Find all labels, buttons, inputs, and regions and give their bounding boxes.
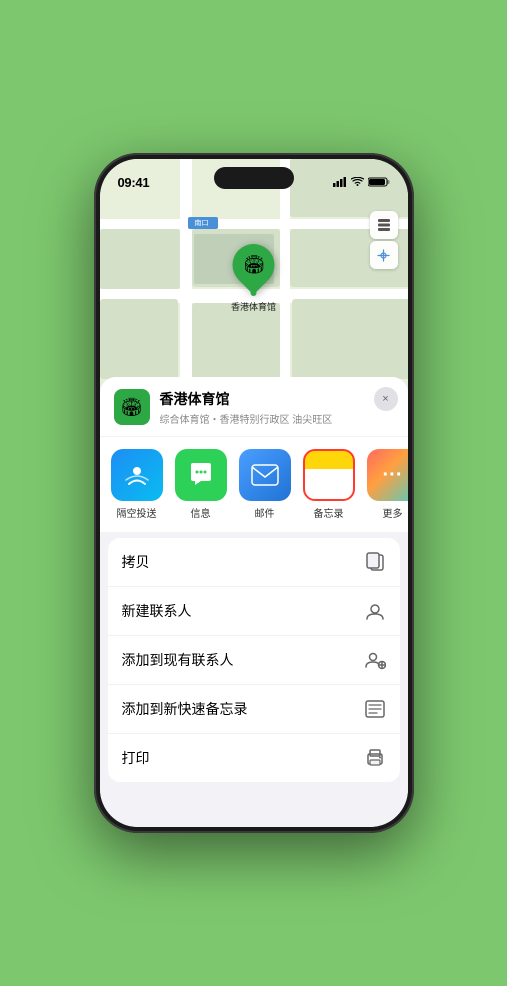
action-print-label: 打印 — [122, 748, 150, 768]
phone-screen: 09:41 — [100, 159, 408, 827]
share-app-message[interactable]: 信息 — [172, 449, 230, 520]
notes-icon — [303, 449, 355, 501]
status-icons — [333, 177, 390, 187]
share-app-more[interactable]: ··· 更多 — [364, 449, 408, 520]
venue-name: 香港体育馆 — [160, 389, 394, 409]
action-copy[interactable]: 拷贝 — [108, 538, 400, 587]
status-time: 09:41 — [118, 175, 150, 190]
action-add-existing[interactable]: 添加到现有联系人 — [108, 636, 400, 685]
action-add-notes-label: 添加到新快速备忘录 — [122, 699, 248, 719]
map-controls — [370, 211, 398, 269]
location-pin: 🏟 香港体育馆 — [231, 244, 276, 313]
bottom-sheet: 🏟 香港体育馆 综合体育馆・香港特别行政区 油尖旺区 × — [100, 377, 408, 827]
more-label: 更多 — [383, 505, 403, 520]
action-add-notes[interactable]: 添加到新快速备忘录 — [108, 685, 400, 734]
action-add-existing-label: 添加到现有联系人 — [122, 650, 234, 670]
battery-icon — [368, 177, 390, 187]
venue-subtitle: 综合体育馆・香港特别行政区 油尖旺区 — [160, 411, 394, 426]
nankou-label: 南口 — [188, 217, 218, 229]
share-app-mail[interactable]: 邮件 — [236, 449, 294, 520]
action-print[interactable]: 打印 — [108, 734, 400, 782]
message-icon — [175, 449, 227, 501]
map-layers-button[interactable] — [370, 211, 398, 239]
new-contact-icon — [364, 600, 386, 622]
print-icon — [364, 747, 386, 769]
share-app-notes[interactable]: 备忘录 — [300, 449, 358, 520]
share-apps-row: 隔空投送 信息 — [100, 437, 408, 532]
notes-label: 备忘录 — [314, 505, 344, 520]
add-existing-icon — [364, 649, 386, 671]
pin-label: 香港体育馆 — [231, 300, 276, 313]
more-icon: ··· — [367, 449, 408, 501]
wifi-icon — [351, 177, 364, 187]
mail-icon — [239, 449, 291, 501]
copy-icon — [364, 551, 386, 573]
share-app-airdrop[interactable]: 隔空投送 — [108, 449, 166, 520]
close-button[interactable]: × — [374, 387, 398, 411]
signal-icon — [333, 177, 347, 187]
action-list: 拷贝 新建联系人 — [108, 538, 400, 782]
venue-header: 🏟 香港体育馆 综合体育馆・香港特别行政区 油尖旺区 × — [100, 377, 408, 436]
message-label: 信息 — [191, 505, 211, 520]
action-new-contact-label: 新建联系人 — [122, 601, 192, 621]
phone-frame: 09:41 — [94, 153, 414, 833]
venue-info: 香港体育馆 综合体育馆・香港特别行政区 油尖旺区 — [160, 389, 394, 426]
dynamic-island — [214, 167, 294, 189]
airdrop-icon — [111, 449, 163, 501]
location-button[interactable] — [370, 241, 398, 269]
airdrop-label: 隔空投送 — [117, 505, 157, 520]
action-copy-label: 拷贝 — [122, 552, 150, 572]
mail-label: 邮件 — [255, 505, 275, 520]
add-notes-icon — [364, 698, 386, 720]
venue-icon: 🏟 — [114, 389, 150, 425]
action-new-contact[interactable]: 新建联系人 — [108, 587, 400, 636]
